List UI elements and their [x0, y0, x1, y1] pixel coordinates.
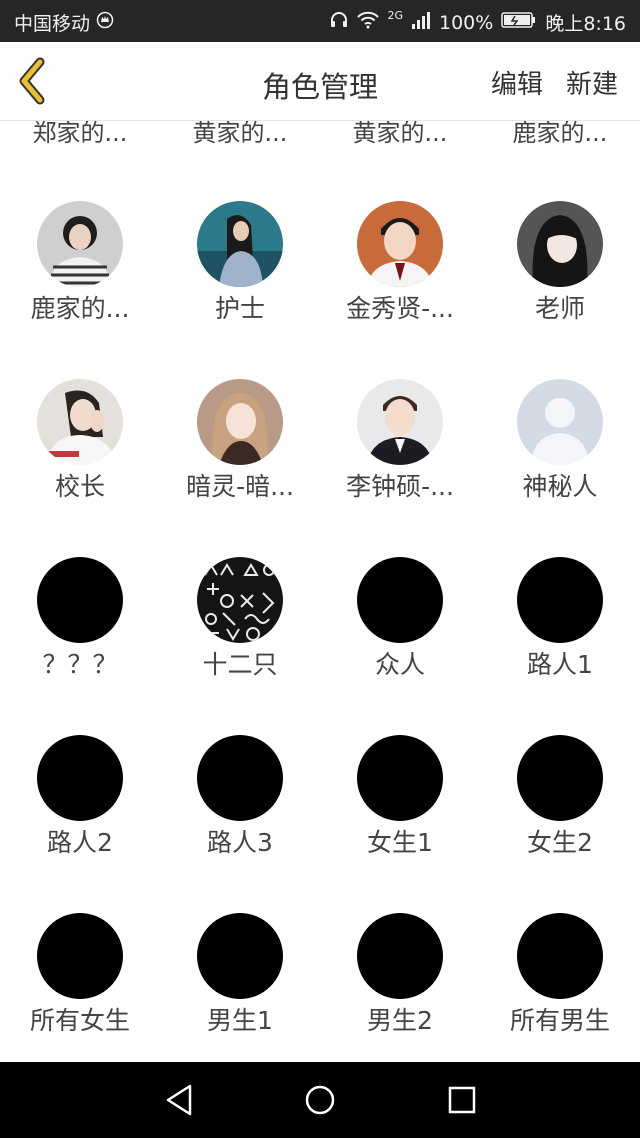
avatar	[37, 557, 123, 643]
character-name: 李钟硕-...	[346, 472, 454, 501]
character-grid: 郑家的... 黄家的... 黄家的... 鹿家的... 鹿家的... 护士 金秀贤-…	[0, 121, 640, 1062]
character-name: ？？？	[42, 650, 118, 679]
chevron-left-icon	[19, 57, 45, 105]
character-item[interactable]: 护士	[160, 201, 320, 361]
network-type: 2G	[387, 9, 403, 22]
character-name: 所有女生	[29, 1006, 130, 1035]
character-name[interactable]: 黄家的...	[320, 121, 480, 148]
page-title: 角色管理	[261, 70, 378, 104]
avatar	[37, 913, 123, 999]
system-nav-bar	[0, 1062, 640, 1138]
character-item[interactable]: 李钟硕-...	[320, 379, 480, 539]
avatar	[197, 913, 283, 999]
avatar	[197, 379, 283, 465]
avatar	[197, 557, 283, 643]
character-item[interactable]: 鹿家的...	[0, 201, 160, 361]
home-nav-button[interactable]	[300, 1082, 340, 1118]
character-item[interactable]: 神秘人	[480, 379, 640, 539]
status-bar: 中国移动 2G 100% 晚上8:16	[0, 0, 640, 42]
character-item[interactable]: 所有女生	[0, 913, 160, 1062]
character-item[interactable]: 暗灵-暗...	[160, 379, 320, 539]
character-item[interactable]: 路人2	[0, 735, 160, 895]
avatar	[517, 913, 603, 999]
recents-nav-button[interactable]	[442, 1082, 482, 1118]
avatar	[357, 557, 443, 643]
character-item[interactable]: 男生2	[320, 913, 480, 1062]
character-name: 男生1	[207, 1006, 273, 1035]
signal-icon	[411, 11, 431, 34]
avatar	[197, 201, 283, 287]
character-name: 鹿家的...	[30, 294, 130, 323]
character-name: 老师	[534, 294, 585, 323]
carrier-label: 中国移动	[14, 13, 91, 35]
avatar	[37, 201, 123, 287]
character-item[interactable]: 路人3	[160, 735, 320, 895]
character-item[interactable]: 女生1	[320, 735, 480, 895]
edit-button[interactable]: 编辑	[491, 64, 543, 101]
character-name[interactable]: 黄家的...	[160, 121, 320, 148]
character-item[interactable]: 所有男生	[480, 913, 640, 1062]
character-item[interactable]: 众人	[320, 557, 480, 717]
avatar	[197, 735, 283, 821]
clock: 晚上8:16	[545, 13, 626, 35]
character-name: 暗灵-暗...	[186, 472, 294, 501]
avatar	[517, 557, 603, 643]
avatar	[37, 379, 123, 465]
character-name[interactable]: 鹿家的...	[480, 121, 640, 148]
back-nav-button[interactable]	[160, 1082, 200, 1118]
character-item[interactable]: 男生1	[160, 913, 320, 1062]
character-name: 路人2	[47, 828, 113, 857]
character-item[interactable]: 十二只	[160, 557, 320, 717]
character-name: 十二只	[202, 650, 278, 679]
character-name: 女生2	[527, 828, 593, 857]
triangle-back-icon	[166, 1084, 192, 1116]
character-name: 所有男生	[509, 1006, 610, 1035]
character-name: 男生2	[367, 1006, 433, 1035]
avatar	[357, 735, 443, 821]
character-item[interactable]: 路人1	[480, 557, 640, 717]
character-name: 金秀贤-...	[346, 294, 454, 323]
character-name: 校长	[54, 472, 105, 501]
character-item[interactable]: 老师	[480, 201, 640, 361]
character-item[interactable]: 金秀贤-...	[320, 201, 480, 361]
avatar	[357, 913, 443, 999]
new-button[interactable]: 新建	[566, 64, 618, 101]
avatar	[517, 379, 603, 465]
character-name: 路人1	[527, 650, 593, 679]
avatar	[357, 201, 443, 287]
notification-icon	[96, 11, 114, 34]
battery-icon	[501, 11, 537, 34]
battery-percent: 100%	[439, 11, 494, 34]
character-item[interactable]: 女生2	[480, 735, 640, 895]
circle-home-icon	[305, 1085, 335, 1115]
character-name: 女生1	[367, 828, 433, 857]
back-button[interactable]	[12, 54, 58, 108]
character-item[interactable]: ？？？	[0, 557, 160, 717]
character-name: 护士	[214, 294, 265, 323]
headset-icon	[329, 10, 349, 35]
square-recents-icon	[448, 1086, 476, 1114]
avatar	[37, 735, 123, 821]
nav-bar: 角色管理 编辑 新建	[0, 42, 640, 121]
partial-row: 郑家的... 黄家的... 黄家的... 鹿家的...	[0, 121, 640, 147]
character-name: 众人	[374, 650, 425, 679]
character-item[interactable]: 校长	[0, 379, 160, 539]
avatar	[517, 735, 603, 821]
character-name: 路人3	[207, 828, 273, 857]
character-name: 神秘人	[522, 472, 598, 501]
avatar	[357, 379, 443, 465]
wifi-icon	[357, 11, 380, 34]
character-name[interactable]: 郑家的...	[0, 121, 160, 148]
avatar	[517, 201, 603, 287]
